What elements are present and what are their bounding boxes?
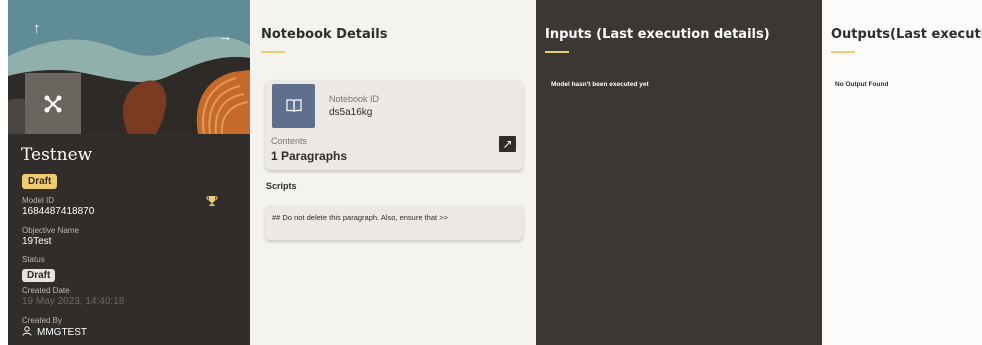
scripts-label: Scripts [266, 181, 297, 191]
objective-value: 19Test [22, 236, 52, 247]
title-underline [545, 51, 569, 53]
contents-value: 1 Paragraphs [271, 149, 348, 163]
notebook-details-title: Notebook Details [261, 27, 388, 42]
arrow-right-icon: → [218, 28, 232, 44]
contents-label: Contents [271, 136, 308, 146]
inputs-panel: Inputs (Last execution details) Model ha… [536, 0, 822, 345]
title-underline [261, 51, 285, 53]
created-date-value: 19 May 2023, 14:40:18 [22, 296, 125, 307]
model-name: Testnew [21, 145, 93, 165]
outputs-title: Outputs(Last execution [831, 27, 982, 42]
status-field: Status Draft [22, 255, 56, 283]
trophy-icon[interactable] [206, 195, 218, 210]
status-badge: Draft [22, 269, 56, 282]
user-icon [22, 326, 32, 340]
title-underline [831, 51, 855, 53]
notebook-id-label: Notebook ID [329, 94, 380, 104]
notebook-details-panel: Notebook Details Notebook ID ds5a16kg Co… [250, 0, 536, 345]
model-id-label: Model ID [22, 196, 55, 205]
notebook-id-value: ds5a16kg [329, 107, 373, 118]
created-date-field: Created Date 19 May 2023, 14:40:18 [22, 286, 124, 308]
model-card: ↑ → Testnew Draft Model ID 1684487418870… [8, 0, 250, 345]
created-by-field: Created By MMGTEST [22, 316, 87, 340]
created-by-label: Created By [22, 316, 63, 325]
inputs-title: Inputs (Last execution details) [545, 27, 770, 42]
model-graph-icon [25, 73, 81, 134]
notebook-card: Notebook ID ds5a16kg Contents 1 Paragrap… [265, 80, 523, 170]
outputs-panel: Outputs(Last execution No Output Found [822, 0, 982, 345]
status-label: Status [22, 255, 45, 264]
script-preview: ## Do not delete this paragraph. Also, e… [272, 213, 448, 222]
expand-icon[interactable] [499, 136, 516, 152]
objective-label: Objective Name [22, 226, 79, 235]
model-id-field: Model ID 1684487418870 [22, 196, 94, 218]
model-id-value: 1684487418870 [22, 206, 95, 217]
objective-field: Objective Name 19Test [22, 226, 79, 248]
draft-badge: Draft [22, 174, 58, 189]
created-by-value: MMGTEST [37, 327, 87, 338]
book-icon [272, 84, 315, 128]
outputs-message: No Output Found [835, 81, 889, 88]
arrow-up-icon: ↑ [33, 20, 41, 37]
created-by-row: MMGTEST [22, 326, 87, 340]
inputs-message: Model hasn't been executed yet [551, 81, 649, 88]
script-card[interactable]: ## Do not delete this paragraph. Also, e… [265, 205, 523, 240]
created-date-label: Created Date [22, 286, 70, 295]
model-hero-image: ↑ → [8, 0, 250, 134]
